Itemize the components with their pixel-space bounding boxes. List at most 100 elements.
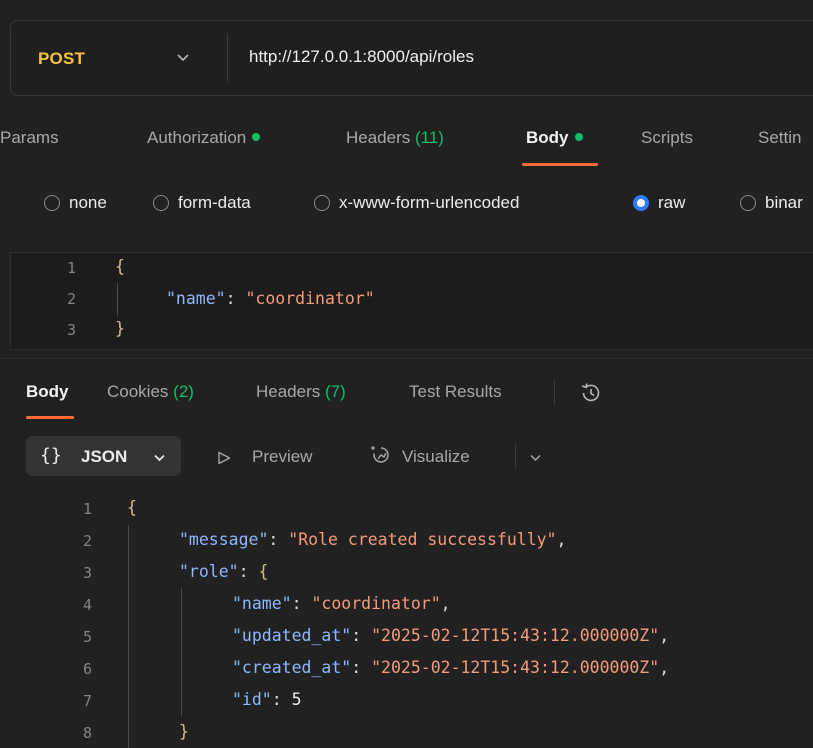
chevron-down-icon[interactable]: [176, 50, 190, 64]
response-tab-test-results[interactable]: Test Results: [409, 382, 502, 402]
json-colon: :: [268, 530, 289, 549]
toolbar-separator: [515, 443, 516, 469]
json-key: "updated_at": [232, 626, 352, 645]
json-colon: :: [351, 626, 372, 645]
code-brace: {: [258, 562, 269, 581]
json-string: "2025-02-12T15:43:12.000000Z": [371, 626, 660, 645]
history-icon[interactable]: [578, 380, 604, 406]
tab-authorization[interactable]: Authorization: [147, 128, 261, 148]
tab-label: Headers: [256, 382, 321, 401]
code-line: "name": "coordinator",: [232, 594, 451, 613]
tab-settings[interactable]: Settin: [758, 128, 801, 148]
response-tab-body[interactable]: Body: [26, 382, 69, 402]
response-tab-headers[interactable]: Headers (7): [256, 382, 346, 402]
line-number: 8: [82, 724, 92, 742]
code-line: "message": "Role created successfully",: [179, 530, 566, 549]
line-number: 5: [82, 628, 92, 646]
line-number: 3: [66, 321, 76, 339]
line-number: 2: [82, 532, 92, 550]
active-tab-indicator: [522, 163, 598, 166]
json-key: "created_at": [232, 658, 352, 677]
line-number: 1: [66, 259, 76, 277]
json-number: 5: [291, 690, 302, 709]
tab-count: (7): [325, 382, 346, 401]
visualize-icon[interactable]: [370, 444, 392, 466]
code-line: "id": 5: [232, 690, 302, 709]
json-colon: :: [351, 658, 372, 677]
json-braces-icon: {}: [40, 445, 62, 466]
json-comma: ,: [659, 658, 670, 677]
json-comma: ,: [440, 594, 451, 613]
tab-scripts[interactable]: Scripts: [641, 128, 693, 148]
line-number: 3: [82, 564, 92, 582]
json-key: "role": [179, 562, 239, 581]
line-number: 4: [82, 596, 92, 614]
response-tab-cookies[interactable]: Cookies (2): [107, 382, 194, 402]
indent-guide: [128, 525, 129, 748]
tab-label: Test Results: [409, 382, 502, 401]
request-body-editor[interactable]: [10, 252, 813, 350]
line-number: 1: [82, 500, 92, 518]
json-colon: :: [271, 690, 292, 709]
json-key: "name": [232, 594, 292, 613]
radio-x-www-form-urlencoded[interactable]: x-www-form-urlencoded: [314, 192, 519, 214]
chevron-down-icon: [154, 454, 165, 462]
tab-params[interactable]: Params: [0, 128, 59, 148]
play-icon[interactable]: [217, 451, 231, 465]
radio-none[interactable]: none: [44, 192, 107, 214]
tab-count: (2): [173, 382, 194, 401]
indent-guide: [117, 283, 118, 316]
code-brace: {: [115, 257, 125, 276]
url-divider: [227, 34, 228, 82]
code-line: "created_at": "2025-02-12T15:43:12.00000…: [232, 658, 669, 677]
tab-label: Authorization: [147, 128, 247, 147]
tab-label: Cookies: [107, 382, 169, 401]
radio-circle-icon: [153, 195, 169, 211]
json-colon: :: [238, 562, 259, 581]
status-dot-icon: [574, 133, 583, 141]
json-comma: ,: [659, 626, 670, 645]
radio-label: x-www-form-urlencoded: [339, 193, 520, 212]
method-select[interactable]: POST: [38, 49, 85, 69]
radio-label: binar: [765, 193, 803, 212]
chevron-down-icon[interactable]: [529, 451, 542, 464]
tab-count: (11): [415, 128, 444, 147]
radio-label: form-data: [178, 193, 251, 212]
tab-label: Headers: [346, 128, 411, 147]
url-input[interactable]: http://127.0.0.1:8000/api/roles: [249, 47, 474, 67]
format-label: JSON: [81, 447, 128, 466]
preview-button[interactable]: Preview: [252, 447, 312, 467]
json-key: "message": [179, 530, 269, 549]
tab-label: Params: [0, 128, 59, 147]
radio-binary[interactable]: binar: [740, 192, 803, 214]
visualize-button[interactable]: Visualize: [402, 447, 470, 467]
json-colon: :: [291, 594, 312, 613]
tab-label: Settin: [758, 128, 802, 147]
line-number: 2: [66, 290, 76, 308]
line-number: 7: [82, 692, 92, 710]
code-brace: {: [127, 498, 137, 517]
json-key: "id": [232, 690, 272, 709]
tab-body[interactable]: Body: [526, 128, 583, 148]
radio-circle-icon: [314, 195, 330, 211]
status-dot-icon: [252, 133, 261, 141]
tab-separator: [554, 380, 555, 406]
code-line: "name": "coordinator": [166, 289, 375, 308]
json-string: "2025-02-12T15:43:12.000000Z": [371, 658, 660, 677]
radio-label: none: [69, 193, 107, 212]
json-key: "name": [166, 289, 226, 308]
radio-raw[interactable]: raw: [633, 192, 685, 214]
line-number: 6: [82, 660, 92, 678]
json-string: "coordinator": [245, 289, 375, 308]
json-string: "Role created successfully": [288, 530, 557, 549]
code-brace: }: [115, 319, 125, 338]
radio-form-data[interactable]: form-data: [153, 192, 251, 214]
tab-label: Scripts: [641, 128, 693, 147]
radio-circle-icon: [740, 195, 756, 211]
json-colon: :: [225, 289, 246, 308]
section-divider: [0, 358, 813, 359]
json-comma: ,: [556, 530, 567, 549]
tab-headers[interactable]: Headers (11): [346, 128, 444, 148]
radio-label: raw: [658, 193, 686, 212]
active-tab-indicator: [26, 416, 74, 419]
